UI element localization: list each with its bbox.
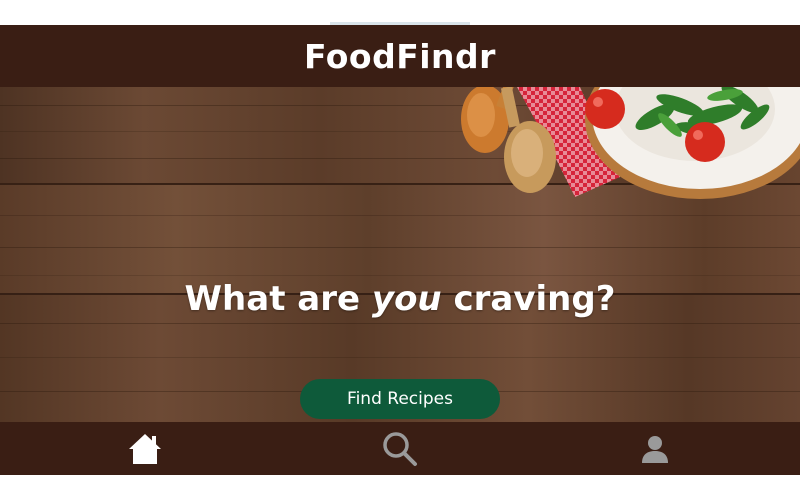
tomato [685,122,725,162]
wood-grain [0,357,800,358]
wood-grain [0,215,800,216]
food-illustration [461,87,800,199]
wood-grain [0,323,800,324]
nav-search-button[interactable] [370,422,430,475]
bottom-navigation [0,422,800,475]
hero-heading: What are you craving? [184,279,616,319]
tomato [585,89,625,129]
nav-profile-button[interactable] [625,422,685,475]
app-screen: FoodFindr What are you craving? Find Rec… [0,0,800,500]
search-icon [383,431,417,466]
wood-grain [0,247,800,248]
app-header: FoodFindr [0,25,800,87]
heading-emphasis: you [371,279,442,319]
profile-icon [642,435,668,463]
home-icon [129,433,161,464]
wood-grain [0,275,800,276]
find-recipes-button[interactable]: Find Recipes [300,379,500,419]
nav-home-button[interactable] [115,422,175,475]
app-title: FoodFindr [304,36,496,76]
